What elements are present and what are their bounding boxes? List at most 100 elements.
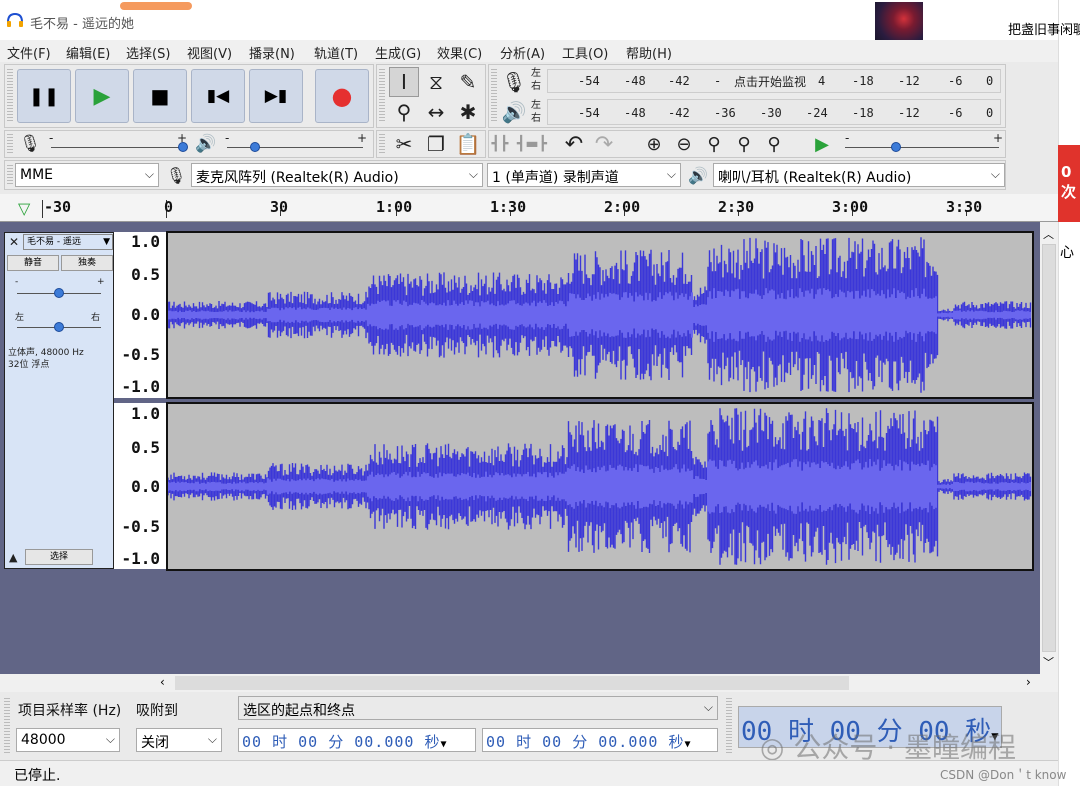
selection-end-time[interactable]: 00 时 00 分 00.000 秒▼ — [482, 728, 718, 752]
chevron-down-icon: ⌵ — [144, 167, 154, 181]
scale-label: -0.5 — [121, 345, 160, 364]
scroll-right-icon[interactable]: › — [1026, 675, 1031, 689]
toolbar-grip[interactable] — [726, 698, 732, 754]
toolbar-grip[interactable] — [379, 69, 385, 123]
fit-project-icon: ⚲ — [737, 133, 751, 155]
playback-speed-slider[interactable] — [845, 147, 999, 148]
left-channel-scale: 1.0 0.5 0.0 -0.5 -1.0 — [114, 232, 166, 398]
fit-selection-button[interactable]: ⚲ — [699, 129, 729, 159]
play-button[interactable]: ▶ — [75, 69, 129, 123]
timeline-ruler[interactable]: ▽ -30 0 30 1:00 1:30 2:00 2:30 3:00 3:30 — [0, 194, 1058, 222]
toolbar-grip[interactable] — [379, 134, 385, 154]
stop-icon: ■ — [150, 84, 170, 108]
left-channel-waveform[interactable] — [166, 231, 1034, 399]
start-monitoring-label[interactable]: 点击开始监视 — [734, 73, 806, 90]
recording-channels-dropdown[interactable]: 1 (单声道) 录制声道 ⌵ — [487, 163, 681, 187]
rec-scale-label: -12 — [898, 74, 920, 88]
zoom-out-button[interactable]: ⊖ — [669, 129, 699, 159]
solo-button[interactable]: 独奏 — [61, 255, 113, 271]
playback-device-dropdown[interactable]: 喇叭/耳机 (Realtek(R) Audio) ⌵ — [713, 163, 1005, 187]
record-button[interactable]: ● — [315, 69, 369, 123]
stop-button[interactable]: ■ — [133, 69, 187, 123]
record-volume-slider[interactable] — [51, 147, 183, 148]
fit-project-button[interactable]: ⚲ — [729, 129, 759, 159]
playback-volume-slider[interactable] — [227, 147, 363, 148]
selection-start-time[interactable]: 00 时 00 分 00.000 秒▼ — [238, 728, 476, 752]
right-channel-waveform[interactable] — [166, 402, 1034, 571]
selection-tool[interactable]: I — [389, 67, 419, 97]
ruler-label: 2:30 — [718, 198, 755, 216]
menu-tools[interactable]: 工具(O) — [562, 43, 608, 62]
play-at-speed-button[interactable]: ▶ — [807, 129, 837, 159]
skip-to-start-button[interactable]: ▮◀ — [191, 69, 245, 123]
multi-tool[interactable]: ✱ — [453, 97, 483, 127]
menu-help[interactable]: 帮助(H) — [626, 43, 672, 62]
undo-button[interactable]: ↶ — [559, 129, 589, 159]
status-text: 已停止. — [14, 768, 61, 784]
project-rate-dropdown[interactable]: 48000 ⌵ — [16, 728, 120, 752]
clipboard-icon: 📋 — [455, 132, 481, 156]
menu-view[interactable]: 视图(V) — [187, 43, 232, 62]
menu-generate[interactable]: 生成(G) — [375, 43, 421, 62]
zoom-toggle-button[interactable]: ⚲ — [759, 129, 789, 159]
trim-button[interactable]: ┫┣ — [485, 129, 515, 159]
scale-label: 0.0 — [131, 305, 160, 324]
zoom-in-button[interactable]: ⊕ — [639, 129, 669, 159]
playback-speed-knob[interactable] — [891, 142, 901, 152]
toolbar-grip[interactable] — [7, 69, 13, 123]
play-head-triangle-icon[interactable]: ▽ — [18, 199, 30, 218]
scale-label: -1.0 — [121, 549, 160, 568]
record-meter[interactable]: -54 -48 -42 - 点击开始监视 4 -18 -12 -6 0 — [547, 69, 1001, 93]
track-name-menu[interactable]: 毛不易 - 遥远 ▼ — [23, 234, 113, 250]
vertical-scroll-thumb[interactable] — [1042, 244, 1056, 652]
speaker-icon[interactable]: 🔊 — [499, 97, 529, 127]
paste-button[interactable]: 📋 — [453, 129, 483, 159]
menu-file[interactable]: 文件(F) — [7, 43, 51, 62]
close-track-icon[interactable]: ✕ — [9, 235, 19, 249]
menu-tracks[interactable]: 轨道(T) — [314, 43, 358, 62]
gain-knob[interactable] — [54, 288, 64, 298]
time-shift-tool[interactable]: ↔ — [421, 97, 451, 127]
menu-transport[interactable]: 播录(N) — [249, 43, 295, 62]
envelope-tool[interactable]: ⧖ — [421, 67, 451, 97]
mute-button[interactable]: 静音 — [7, 255, 59, 271]
cut-button[interactable]: ✂ — [389, 129, 419, 159]
recording-device-dropdown[interactable]: 麦克风阵列 (Realtek(R) Audio) ⌵ — [191, 163, 483, 187]
select-track-button[interactable]: 选择 — [25, 549, 93, 565]
toolbar-grip[interactable] — [7, 165, 13, 185]
selection-mode-dropdown[interactable]: 选区的起点和终点 ⌵ — [238, 696, 718, 720]
menu-effect[interactable]: 效果(C) — [437, 43, 482, 62]
draw-tool[interactable]: ✎ — [453, 67, 483, 97]
silence-button[interactable]: ┫▬┣ — [517, 129, 547, 159]
redo-button[interactable]: ↷ — [589, 129, 619, 159]
record-volume-knob[interactable] — [178, 142, 188, 152]
skip-to-end-button[interactable]: ▶▮ — [249, 69, 303, 123]
pause-button[interactable]: ❚❚ — [17, 69, 71, 123]
audio-host-dropdown[interactable]: MME ⌵ — [15, 163, 159, 187]
menu-analyze[interactable]: 分析(A) — [500, 43, 545, 62]
menu-edit[interactable]: 编辑(E) — [66, 43, 110, 62]
chevron-down-icon: ⌵ — [468, 167, 478, 181]
menu-select[interactable]: 选择(S) — [126, 43, 170, 62]
scissors-icon: ✂ — [395, 132, 413, 156]
selection-mode-value: 选区的起点和终点 — [243, 703, 355, 719]
triangle-down-icon: ▼ — [103, 237, 110, 247]
pan-knob[interactable] — [54, 322, 64, 332]
toolbar-grip[interactable] — [7, 134, 13, 154]
collapse-triangle-icon[interactable]: ▲ — [9, 551, 17, 564]
zoom-tool[interactable]: ⚲ — [389, 97, 419, 127]
mic-volume-icon: 🎙 — [19, 134, 41, 154]
toolbar-grip[interactable] — [4, 698, 10, 754]
snap-to-dropdown[interactable]: 关闭 ⌵ — [136, 728, 222, 752]
playback-volume-knob[interactable] — [250, 142, 260, 152]
scroll-left-icon[interactable]: ‹ — [160, 675, 165, 689]
scroll-down-icon[interactable]: ﹀ — [1043, 654, 1054, 670]
microphone-icon[interactable]: 🎙 — [499, 67, 529, 97]
triangle-down-icon: ▼ — [440, 739, 448, 750]
scroll-up-icon[interactable]: ︿ — [1043, 226, 1054, 242]
playback-meter[interactable]: -54 -48 -42 -36 -30 -24 -18 -12 -6 0 — [547, 99, 1001, 125]
horizontal-scroll-thumb[interactable] — [175, 676, 849, 690]
track-control-panel[interactable]: ✕ 毛不易 - 遥远 ▼ 静音 独奏 - + 左 右 立体声, 48000 Hz … — [4, 232, 114, 569]
copy-button[interactable]: ❐ — [421, 129, 451, 159]
toolbar-grip[interactable] — [491, 69, 497, 123]
